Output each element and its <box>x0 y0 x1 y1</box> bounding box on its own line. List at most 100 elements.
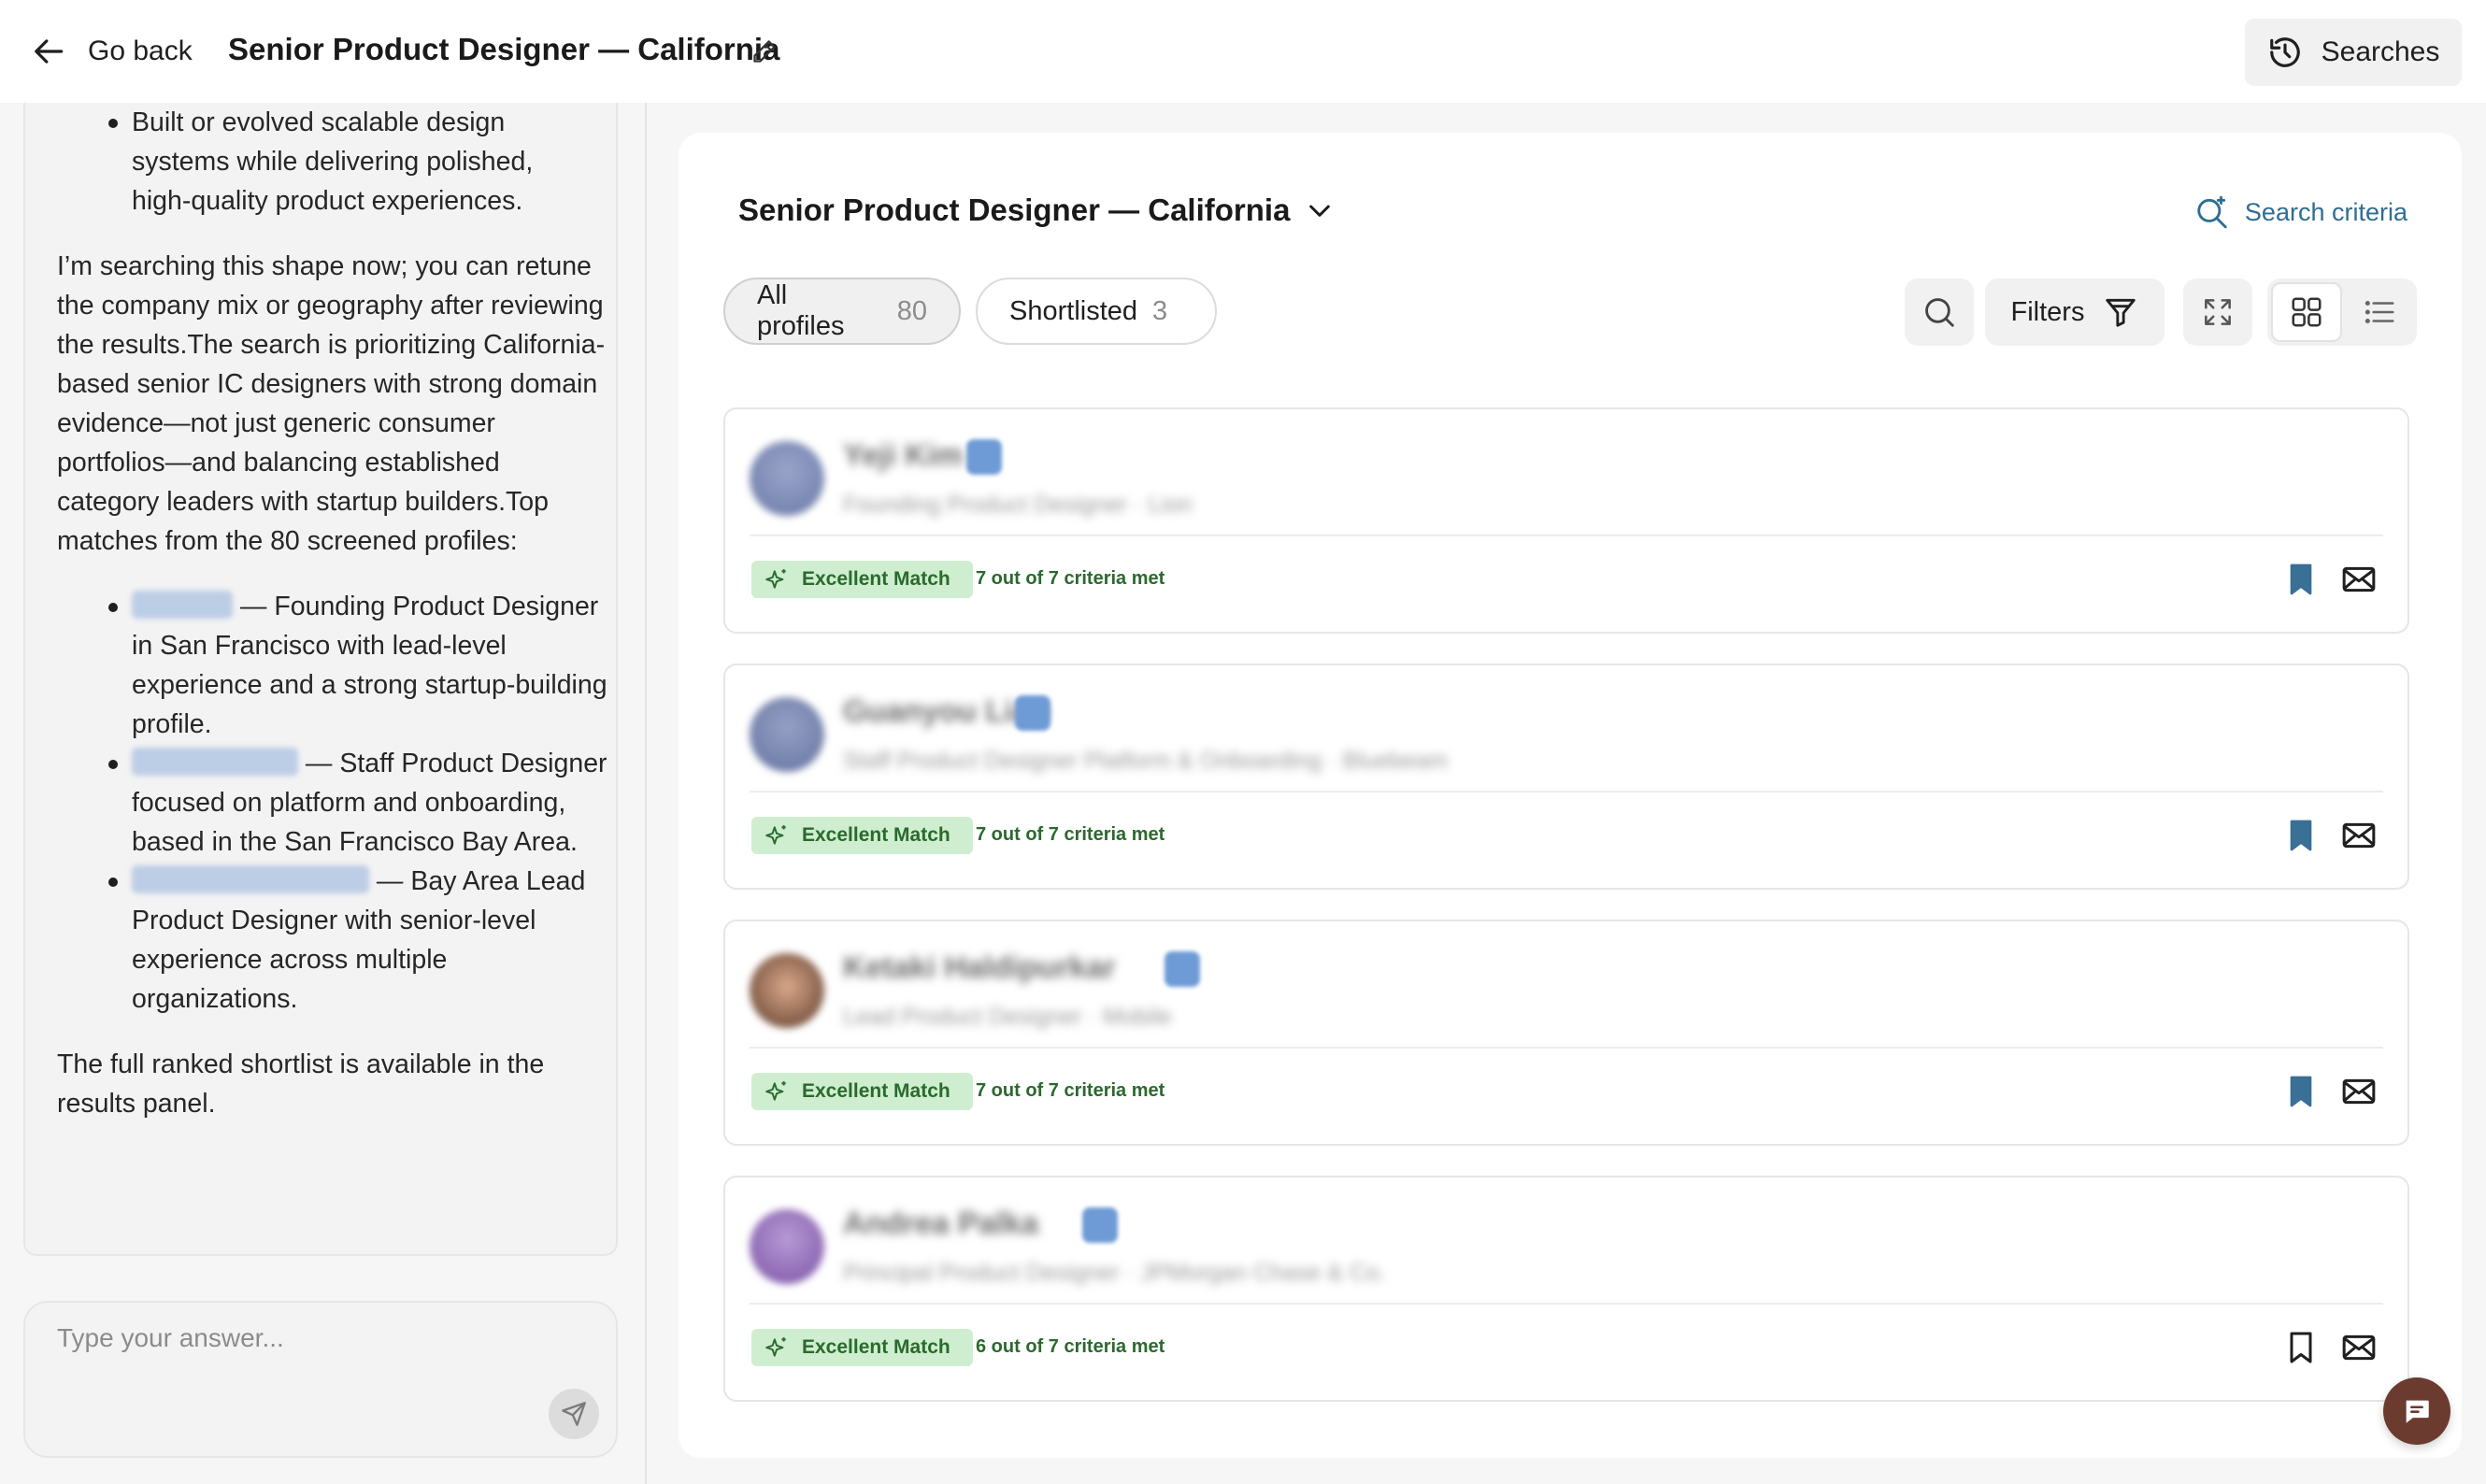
chat-support-button[interactable] <box>2383 1377 2450 1445</box>
blurred-candidate-name[interactable] <box>132 748 298 776</box>
filters-button[interactable]: Filters <box>1985 278 2165 346</box>
sparkle-icon <box>764 567 789 592</box>
go-back-button[interactable]: Go back <box>32 28 193 75</box>
bookmark-button[interactable] <box>2282 1073 2320 1110</box>
sparkle-icon <box>764 1335 789 1360</box>
tab-all-profiles[interactable]: All profiles 80 <box>723 278 961 345</box>
mail-icon <box>2340 561 2378 598</box>
tab-label: All profiles <box>757 280 845 341</box>
assistant-message: Built or evolved scalable design systems… <box>23 103 618 1256</box>
candidate-name[interactable]: Yeji Kim <box>843 437 963 473</box>
candidate-name[interactable]: Ketaki Haldipurkar <box>843 949 1116 985</box>
match-badge: Excellent Match <box>751 817 973 854</box>
avatar <box>750 953 824 1028</box>
candidate-subtitle: Principal Product Designer · JPMorgan Ch… <box>843 1260 1386 1286</box>
search-selector[interactable]: Senior Product Designer — California <box>738 193 1335 228</box>
match-badge: Excellent Match <box>751 1073 973 1110</box>
search-icon <box>1922 294 1957 330</box>
chat-icon <box>2401 1395 2433 1427</box>
grid-icon <box>2289 294 2324 330</box>
match-label: Excellent Match <box>802 1080 950 1102</box>
tab-count: 80 <box>896 295 927 326</box>
list-view-button[interactable] <box>2346 282 2413 342</box>
candidate-name[interactable]: Andrea Palka <box>843 1206 1038 1241</box>
avatar <box>750 441 824 516</box>
expand-icon <box>2200 294 2236 330</box>
criteria-bullet-text: Built or evolved scalable design systems… <box>132 107 534 216</box>
view-toggle <box>2267 278 2417 346</box>
closing-paragraph: The full ranked shortlist is available i… <box>57 1049 545 1119</box>
profile-card[interactable]: Guanyou Lian Staff Product Designer Plat… <box>723 664 2409 890</box>
blurred-candidate-name[interactable] <box>132 865 369 893</box>
profile-card[interactable]: Ketaki Haldipurkar Lead Product Designer… <box>723 920 2409 1146</box>
candidate-subtitle: Founding Product Designer · Lion <box>843 492 1193 518</box>
chat-panel: Built or evolved scalable design systems… <box>0 103 647 1484</box>
bookmark-icon <box>2282 561 2320 598</box>
filters-label: Filters <box>2010 296 2085 327</box>
match-item: — Staff Product Designer focused on plat… <box>57 744 608 862</box>
candidate-subtitle: Lead Product Designer · Mobile <box>843 1004 1172 1030</box>
card-divider <box>750 791 2383 792</box>
summary-paragraph: I’m searching this shape now; you can re… <box>57 251 606 556</box>
card-divider <box>750 1047 2383 1049</box>
answer-placeholder: Type your answer... <box>57 1323 284 1352</box>
send-icon <box>561 1401 587 1427</box>
sparkle-icon <box>764 1079 789 1104</box>
criteria-met: 7 out of 7 criteria met <box>976 1080 1165 1101</box>
criteria-bullet: Built or evolved scalable design systems… <box>57 103 608 221</box>
avatar <box>750 697 824 772</box>
searches-label: Searches <box>2321 36 2440 67</box>
match-item: — Bay Area Lead Product Designer with se… <box>57 862 608 1019</box>
card-divider <box>750 535 2383 536</box>
page-title: Senior Product Designer — California <box>228 32 780 66</box>
results-title: Senior Product Designer — California <box>738 193 1291 227</box>
bookmark-button[interactable] <box>2282 561 2320 598</box>
linkedin-icon[interactable] <box>1015 695 1050 731</box>
criteria-met: 7 out of 7 criteria met <box>976 824 1165 845</box>
search-criteria-label: Search criteria <box>2244 197 2407 226</box>
mail-icon <box>2340 1329 2378 1366</box>
linkedin-icon[interactable] <box>966 439 1002 475</box>
message-button[interactable] <box>2340 1329 2378 1366</box>
message-button[interactable] <box>2340 817 2378 854</box>
bookmark-button[interactable] <box>2282 1329 2320 1366</box>
list-icon <box>2362 294 2397 330</box>
linkedin-icon[interactable] <box>1164 951 1200 987</box>
searches-button[interactable]: Searches <box>2245 19 2462 86</box>
pencil-icon[interactable] <box>751 38 778 64</box>
match-label: Excellent Match <box>802 568 950 590</box>
message-button[interactable] <box>2340 1073 2378 1110</box>
match-badge: Excellent Match <box>751 1329 973 1366</box>
chevron-down-icon <box>1305 195 1335 225</box>
criteria-met: 7 out of 7 criteria met <box>976 568 1165 589</box>
match-label: Excellent Match <box>802 1336 950 1358</box>
answer-input[interactable]: Type your answer... <box>23 1301 618 1458</box>
bookmark-icon <box>2282 817 2320 854</box>
top-bar: Go back Senior Product Designer — Califo… <box>0 0 2486 103</box>
linkedin-icon[interactable] <box>1082 1207 1118 1243</box>
message-button[interactable] <box>2340 561 2378 598</box>
mail-icon <box>2340 1073 2378 1110</box>
tab-label: Shortlisted <box>1009 295 1138 326</box>
arrow-left-icon <box>32 34 67 69</box>
avatar <box>750 1209 824 1284</box>
message-content: Built or evolved scalable design systems… <box>57 103 608 1123</box>
profile-card[interactable]: Yeji Kim Founding Product Designer · Lio… <box>723 407 2409 634</box>
results-panel: Senior Product Designer — California Sea… <box>679 133 2462 1458</box>
send-button[interactable] <box>549 1389 599 1439</box>
match-item: — Founding Product Designer in San Franc… <box>57 587 608 744</box>
grid-view-button[interactable] <box>2271 282 2342 342</box>
profile-card[interactable]: Andrea Palka Principal Product Designer … <box>723 1176 2409 1402</box>
search-sparkle-icon <box>2194 194 2230 230</box>
search-criteria-link[interactable]: Search criteria <box>2194 194 2407 230</box>
candidate-subtitle: Staff Product Designer Platform & Onboar… <box>843 748 1449 774</box>
blurred-candidate-name[interactable] <box>132 591 233 619</box>
criteria-met: 6 out of 7 criteria met <box>976 1336 1165 1357</box>
search-button[interactable] <box>1905 278 1974 346</box>
mail-icon <box>2340 817 2378 854</box>
history-icon <box>2267 35 2303 70</box>
go-back-label: Go back <box>88 36 193 66</box>
bookmark-button[interactable] <box>2282 817 2320 854</box>
tab-shortlisted[interactable]: Shortlisted 3 <box>976 278 1217 345</box>
expand-button[interactable] <box>2183 278 2252 346</box>
